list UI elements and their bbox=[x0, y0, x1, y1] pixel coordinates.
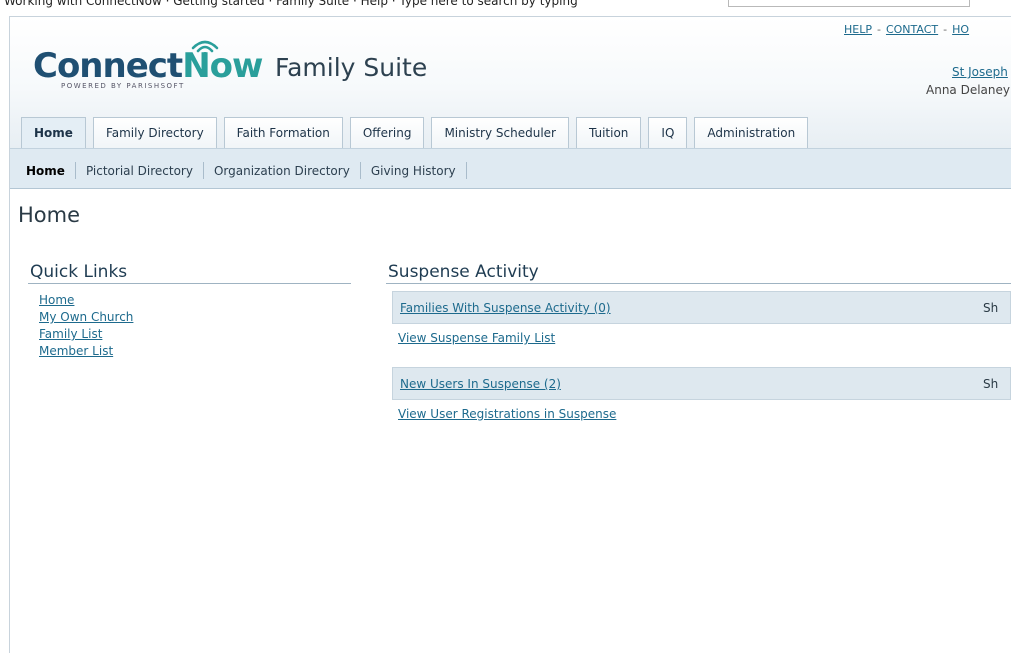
suspense-activity-title: Suspense Activity bbox=[388, 262, 539, 282]
quick-link-family-list[interactable]: Family List bbox=[39, 326, 133, 342]
users-suspense-bar: New Users In Suspense (2) Sh bbox=[392, 367, 1011, 400]
families-suspense-link[interactable]: Families With Suspense Activity (0) bbox=[400, 301, 611, 315]
families-suspense-bar: Families With Suspense Activity (0) Sh bbox=[392, 291, 1011, 324]
logo-now-text: Now bbox=[182, 46, 263, 86]
user-name: Anna Delaney bbox=[926, 83, 1010, 97]
sub-navigation: Home Pictorial Directory Organization Di… bbox=[10, 148, 1011, 189]
top-links: HELP - CONTACT - HO bbox=[844, 23, 969, 36]
app-title: Family Suite bbox=[275, 53, 428, 82]
subnav-separator bbox=[465, 162, 467, 179]
tab-iq[interactable]: IQ bbox=[648, 117, 688, 148]
tab-family-directory[interactable]: Family Directory bbox=[92, 117, 217, 148]
quick-link-member-list[interactable]: Member List bbox=[39, 343, 133, 359]
subnav-pictorial-directory[interactable]: Pictorial Directory bbox=[76, 164, 203, 178]
browser-search-input[interactable] bbox=[728, 0, 970, 7]
contact-link[interactable]: CONTACT bbox=[886, 23, 938, 36]
tab-tuition[interactable]: Tuition bbox=[575, 117, 642, 148]
quick-links-list: Home My Own Church Family List Member Li… bbox=[39, 292, 133, 359]
users-show-toggle[interactable]: Sh bbox=[983, 377, 998, 391]
parish-link[interactable]: St Joseph bbox=[952, 65, 1008, 79]
tab-faith-formation[interactable]: Faith Formation bbox=[223, 117, 343, 148]
tab-home[interactable]: Home bbox=[21, 117, 86, 148]
tab-ministry-scheduler[interactable]: Ministry Scheduler bbox=[431, 117, 569, 148]
view-user-registrations-link[interactable]: View User Registrations in Suspense bbox=[398, 407, 616, 421]
help-link[interactable]: HELP bbox=[844, 23, 872, 36]
logo-tagline: POWERED BY PARISHSOFT bbox=[61, 82, 185, 90]
top-links-separator: - bbox=[876, 23, 881, 36]
logo-wordmark: ConnectNow bbox=[33, 46, 263, 86]
subnav-home[interactable]: Home bbox=[10, 164, 75, 178]
main-tabs: Home Family Directory Faith Formation Of… bbox=[21, 117, 809, 148]
quick-links-divider bbox=[28, 283, 351, 284]
tab-offering[interactable]: Offering bbox=[349, 117, 425, 148]
subnav-giving-history[interactable]: Giving History bbox=[361, 164, 466, 178]
top-links-separator: - bbox=[943, 23, 948, 36]
browser-top-strip-text: Working with ConnectNow · Getting starte… bbox=[4, 0, 578, 8]
quick-links-title: Quick Links bbox=[30, 262, 128, 282]
suspense-activity-divider bbox=[386, 283, 1011, 284]
quick-link-my-own-church[interactable]: My Own Church bbox=[39, 309, 133, 325]
view-suspense-family-list-link[interactable]: View Suspense Family List bbox=[398, 331, 555, 345]
page-title: Home bbox=[18, 203, 81, 227]
home-top-link[interactable]: HO bbox=[952, 23, 969, 36]
connectnow-logo[interactable]: ConnectNow POWERED BY PARISHSOFT bbox=[33, 34, 263, 96]
quick-link-home[interactable]: Home bbox=[39, 292, 133, 308]
subnav-organization-directory[interactable]: Organization Directory bbox=[204, 164, 360, 178]
users-suspense-link[interactable]: New Users In Suspense (2) bbox=[400, 377, 561, 391]
logo-connect-text: Connect bbox=[33, 46, 183, 86]
browser-top-strip: Working with ConnectNow · Getting starte… bbox=[0, 0, 1011, 16]
tab-administration[interactable]: Administration bbox=[694, 117, 809, 148]
families-show-toggle[interactable]: Sh bbox=[983, 301, 998, 315]
